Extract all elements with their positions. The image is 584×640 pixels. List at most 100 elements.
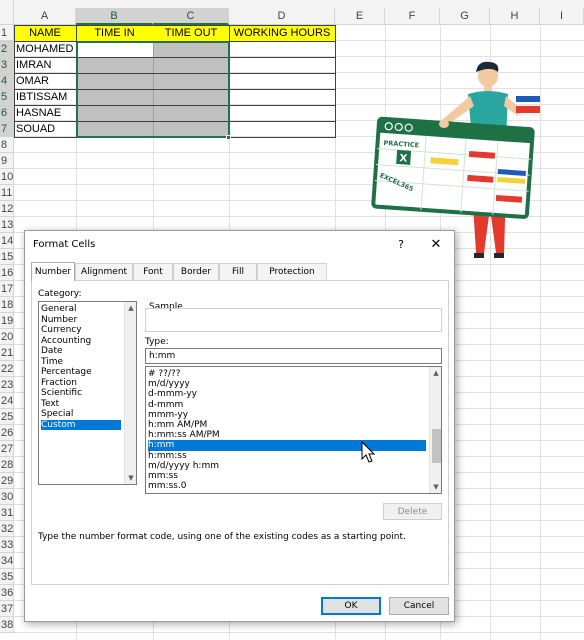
cell-a4-name[interactable]: OMAR	[14, 73, 76, 89]
type-item[interactable]: h:mm:ss AM/PM	[148, 430, 426, 441]
category-item-number[interactable]: Number	[41, 315, 121, 326]
cancel-button[interactable]: Cancel	[389, 597, 449, 615]
scroll-down-icon[interactable]: ▼	[430, 481, 441, 493]
column-header-a[interactable]: A	[14, 8, 76, 25]
row-header-28[interactable]: 28	[0, 457, 14, 473]
row-header-21[interactable]: 21	[0, 345, 14, 361]
help-icon[interactable]: ?	[393, 236, 409, 254]
row-header-13[interactable]: 13	[0, 217, 14, 233]
row-header-25[interactable]: 25	[0, 409, 14, 425]
category-item-currency[interactable]: Currency	[41, 325, 121, 336]
type-item[interactable]: # ??/??	[148, 369, 426, 380]
row-header-5[interactable]: 5	[0, 89, 14, 105]
type-item[interactable]: h:mm	[148, 440, 426, 451]
cell-d1-working-hours-header[interactable]: WORKING HOURS	[229, 25, 335, 41]
type-item[interactable]: mmm-yy	[148, 410, 426, 421]
category-item-custom[interactable]: Custom	[41, 419, 121, 430]
row-header-16[interactable]: 16	[0, 265, 14, 281]
scroll-up-icon[interactable]: ▲	[430, 367, 441, 379]
row-header-3[interactable]: 3	[0, 57, 14, 73]
cell-b2-active[interactable]	[76, 41, 153, 57]
row-header-8[interactable]: 8	[0, 137, 14, 153]
row-header-18[interactable]: 18	[0, 297, 14, 313]
column-header-f[interactable]: F	[385, 8, 440, 25]
category-item-general[interactable]: General	[41, 304, 121, 315]
cell-c1-time-out-header[interactable]: TIME OUT	[153, 25, 229, 41]
tab-font[interactable]: Font	[133, 263, 173, 280]
row-header-35[interactable]: 35	[0, 569, 14, 585]
tab-border[interactable]: Border	[173, 263, 219, 280]
row-header-24[interactable]: 24	[0, 393, 14, 409]
row-header-9[interactable]: 9	[0, 153, 14, 169]
row-header-23[interactable]: 23	[0, 377, 14, 393]
type-list[interactable]: # ??/?? m/d/yyyy d-mmm-yy d-mmm mmm-yy h:mm A…	[145, 366, 442, 494]
row-header-31[interactable]: 31	[0, 505, 14, 521]
type-scroll-thumb[interactable]	[432, 429, 441, 463]
type-item[interactable]: h:mm AM/PM	[148, 420, 426, 431]
tab-protection[interactable]: Protection	[257, 263, 327, 280]
category-item-text[interactable]: Text	[41, 399, 121, 410]
dialog-titlebar[interactable]: Format Cells ? ✕	[25, 231, 454, 259]
row-header-36[interactable]: 36	[0, 585, 14, 601]
type-input[interactable]: h:mm	[145, 348, 442, 364]
tab-fill[interactable]: Fill	[219, 263, 257, 280]
row-header-15[interactable]: 15	[0, 249, 14, 265]
row-header-30[interactable]: 30	[0, 489, 14, 505]
row-header-33[interactable]: 33	[0, 537, 14, 553]
scroll-down-icon[interactable]: ▼	[125, 472, 136, 484]
row-header-12[interactable]: 12	[0, 201, 14, 217]
row-header-7[interactable]: 7	[0, 121, 14, 137]
cell-a7-name[interactable]: SOUAD	[14, 121, 76, 137]
column-header-c[interactable]: C	[153, 8, 229, 25]
type-item[interactable]: m/d/yyyy	[148, 379, 426, 390]
row-header-34[interactable]: 34	[0, 553, 14, 569]
row-header-14[interactable]: 14	[0, 233, 14, 249]
category-item-accounting[interactable]: Accounting	[41, 336, 121, 347]
column-header-d[interactable]: D	[229, 8, 335, 25]
column-header-i[interactable]: I	[540, 8, 584, 25]
cell-c2-selected[interactable]	[153, 41, 229, 57]
row-header-26[interactable]: 26	[0, 425, 14, 441]
row-header-20[interactable]: 20	[0, 329, 14, 345]
category-item-scientific[interactable]: Scientific	[41, 388, 121, 399]
row-header-38[interactable]: 38	[0, 617, 14, 633]
column-header-b[interactable]: B	[76, 8, 153, 25]
scroll-up-icon[interactable]: ▲	[125, 302, 136, 314]
row-header-29[interactable]: 29	[0, 473, 14, 489]
category-item-special[interactable]: Special	[41, 409, 121, 420]
delete-button[interactable]: Delete	[383, 503, 442, 520]
row-header-17[interactable]: 17	[0, 281, 14, 297]
cell-a2-name[interactable]: MOHAMED	[14, 41, 76, 57]
column-header-h[interactable]: H	[490, 8, 540, 25]
category-item-time[interactable]: Time	[41, 357, 121, 368]
row-header-27[interactable]: 27	[0, 441, 14, 457]
row-header-11[interactable]: 11	[0, 185, 14, 201]
row-header-19[interactable]: 19	[0, 313, 14, 329]
row-header-4[interactable]: 4	[0, 73, 14, 89]
category-list[interactable]: General Number Currency Accounting Date Time P…	[38, 301, 137, 485]
category-item-fraction[interactable]: Fraction	[41, 378, 121, 389]
row-header-32[interactable]: 32	[0, 521, 14, 537]
cell-b1-time-in-header[interactable]: TIME IN	[76, 25, 153, 41]
type-item[interactable]: d-mmm	[148, 400, 426, 411]
tab-number[interactable]: Number	[31, 262, 75, 281]
select-all-corner[interactable]	[0, 0, 14, 25]
category-item-date[interactable]: Date	[41, 346, 121, 357]
type-item[interactable]: h:mm:ss	[148, 451, 426, 462]
type-scrollbar[interactable]: ▲ ▼	[429, 367, 441, 493]
row-header-22[interactable]: 22	[0, 361, 14, 377]
type-item[interactable]: mm:ss	[148, 471, 426, 482]
close-icon[interactable]: ✕	[428, 236, 444, 254]
row-header-1[interactable]: 1	[0, 25, 14, 41]
tab-alignment[interactable]: Alignment	[75, 263, 133, 280]
fill-handle[interactable]	[226, 135, 231, 140]
type-item[interactable]: d-mmm-yy	[148, 389, 426, 400]
cell-a6-name[interactable]: HASNAE	[14, 105, 76, 121]
row-header-2[interactable]: 2	[0, 41, 14, 57]
row-header-6[interactable]: 6	[0, 105, 14, 121]
cell-a5-name[interactable]: IBTISSAM	[14, 89, 76, 105]
type-item[interactable]: m/d/yyyy h:mm	[148, 461, 426, 472]
row-header-10[interactable]: 10	[0, 169, 14, 185]
type-item[interactable]: mm:ss.0	[148, 481, 426, 492]
cell-a1-name-header[interactable]: NAME	[14, 25, 76, 41]
